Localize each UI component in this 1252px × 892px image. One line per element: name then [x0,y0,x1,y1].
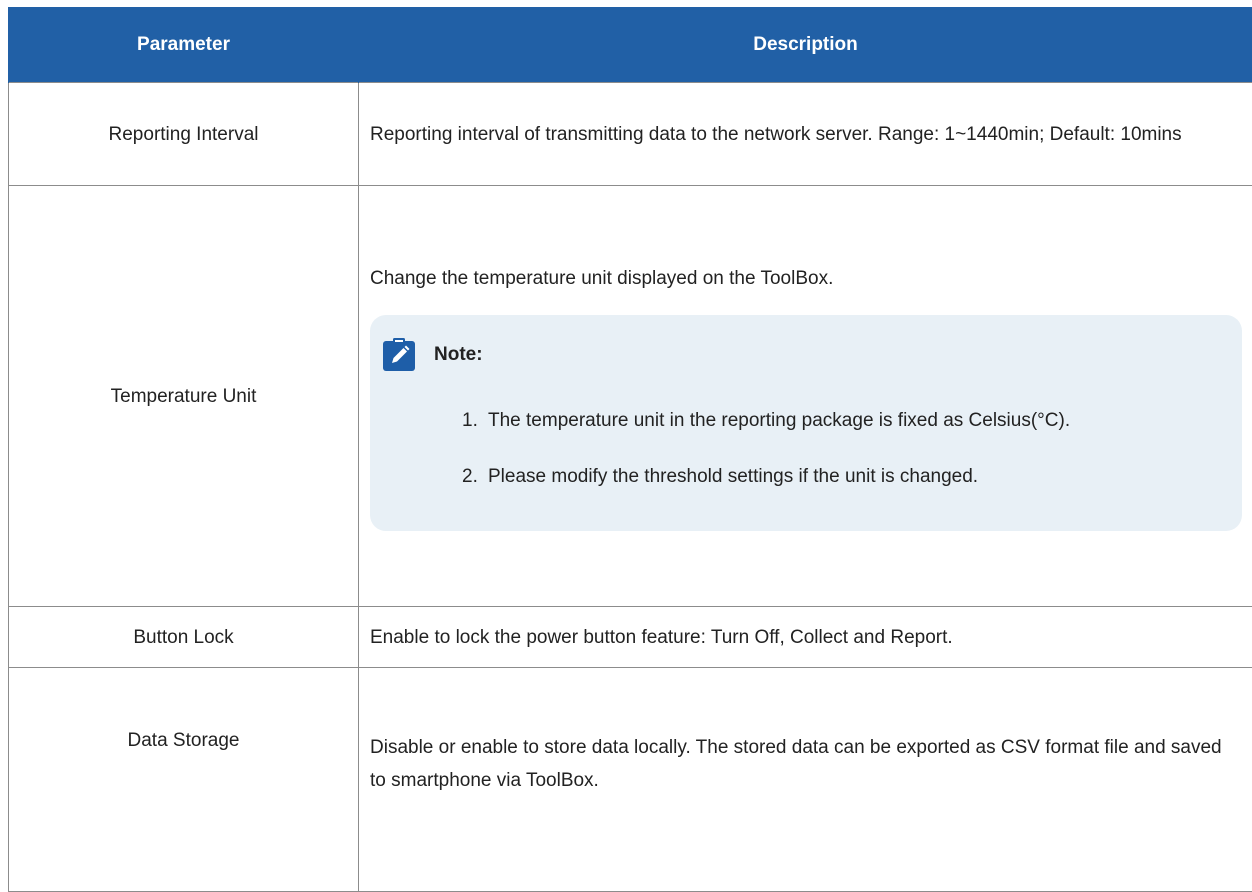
header-row: Parameter Description [9,7,1252,83]
list-item-text: Please modify the threshold settings if … [488,457,1220,497]
pencil-clipboard-icon [382,338,416,372]
list-item-number: 2. [462,457,488,497]
description-text: Change the temperature unit displayed on… [370,262,1242,295]
description-cell: Reporting interval of transmitting data … [359,83,1252,186]
list-item-text: The temperature unit in the reporting pa… [488,401,1220,441]
list-item: 2. Please modify the threshold settings … [462,457,1220,497]
list-item-number: 1. [462,401,488,441]
table-row: Reporting Interval Reporting interval of… [9,83,1252,186]
parameter-cell: Data Storage [9,668,359,892]
parameter-cell: Temperature Unit [9,186,359,607]
note-header: Note: [382,333,1220,377]
description-cell: Change the temperature unit displayed on… [359,186,1252,607]
note-title: Note: [434,338,483,371]
table-row: Temperature Unit Change the temperature … [9,186,1252,607]
list-item: 1. The temperature unit in the reporting… [462,401,1220,441]
header-parameter: Parameter [9,7,359,83]
note-box: Note: 1. The temperature unit in the rep… [370,315,1242,531]
table-row: Button Lock Enable to lock the power but… [9,607,1252,668]
description-cell: Disable or enable to store data locally.… [359,668,1252,892]
table-row: Data Storage Disable or enable to store … [9,668,1252,892]
header-description: Description [359,7,1252,83]
parameter-cell: Reporting Interval [9,83,359,186]
parameter-table: Parameter Description Reporting Interval… [8,7,1252,892]
parameter-cell: Button Lock [9,607,359,668]
note-list: 1. The temperature unit in the reporting… [382,401,1220,497]
description-cell: Enable to lock the power button feature:… [359,607,1252,668]
